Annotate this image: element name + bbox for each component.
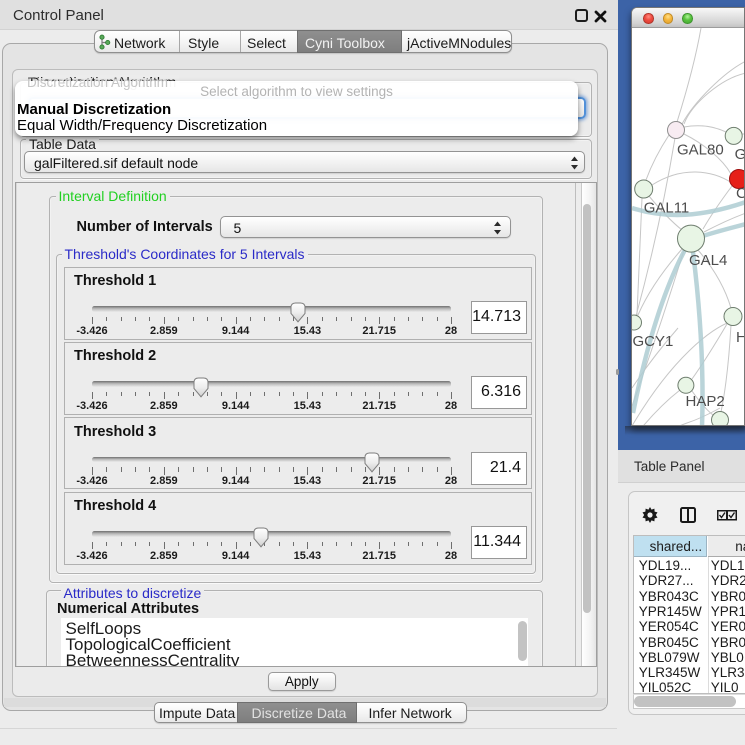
svg-text:GAL11: GAL11 [644, 200, 690, 217]
svg-text:GCY1: GCY1 [633, 333, 674, 350]
svg-text:GAL4: GAL4 [689, 252, 727, 269]
svg-text:GA: GA [735, 146, 745, 163]
svg-text:C: C [736, 185, 745, 202]
svg-text:GAL80: GAL80 [677, 142, 724, 159]
svg-text:H: H [736, 329, 745, 346]
svg-text:HAP2: HAP2 [686, 393, 725, 410]
